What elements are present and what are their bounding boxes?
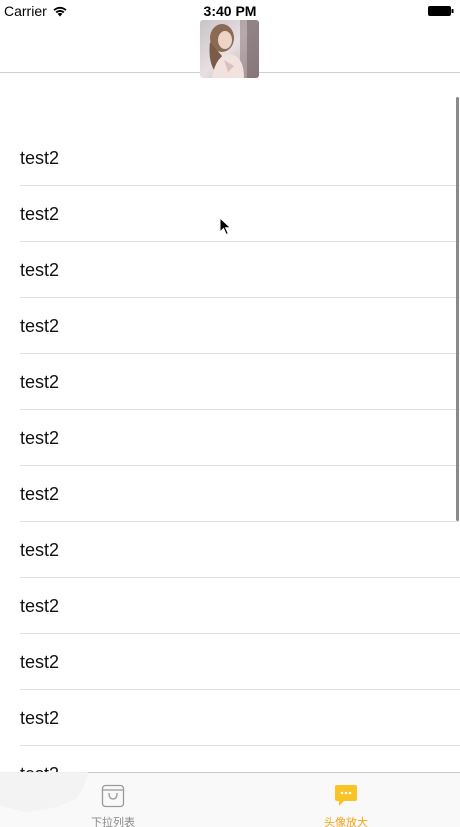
list-item-label: test2 (20, 764, 59, 773)
nav-header (0, 20, 460, 78)
list-item-label: test2 (20, 315, 60, 336)
status-bar: Carrier 3:40 PM (0, 0, 460, 22)
list-item[interactable]: test2 (0, 634, 460, 690)
list-item[interactable]: test2 (0, 746, 460, 773)
tab-label: 下拉列表 (91, 816, 135, 827)
list-item-label: test2 (20, 651, 60, 672)
list-item-label: test2 (20, 203, 60, 224)
list-item[interactable]: test2 (0, 690, 460, 746)
list-item[interactable]: test2 (0, 354, 460, 410)
list-item[interactable]: test2 (0, 466, 460, 522)
list-item-label: test2 (20, 259, 60, 280)
list-item-label: test2 (20, 483, 60, 504)
list-item-label: test2 (20, 707, 60, 728)
list-item[interactable]: test2 (0, 410, 460, 466)
vertical-scrollbar[interactable] (456, 97, 459, 521)
app-screen: Carrier 3:40 PM test2 test2 test2 test2 … (0, 0, 460, 827)
list-item[interactable]: test2 (0, 522, 460, 578)
list-item-label: test2 (20, 539, 60, 560)
avatar-photo[interactable] (200, 20, 259, 78)
avatar-image (200, 20, 259, 78)
tab-avatar-zoom[interactable]: 头像放大 (286, 773, 406, 827)
mouse-cursor-icon (219, 217, 232, 236)
battery-full-icon (428, 6, 454, 16)
list-item-label: test2 (20, 371, 60, 392)
chat-bubble-icon (335, 785, 357, 806)
list-item-label: test2 (20, 427, 60, 448)
list-item-label: test2 (20, 595, 60, 616)
list-item[interactable]: test2 (0, 298, 460, 354)
list-item[interactable]: test2 (0, 130, 460, 186)
status-time: 3:40 PM (203, 3, 257, 19)
list-item[interactable]: test2 (0, 578, 460, 634)
tab-label: 头像放大 (324, 816, 368, 827)
list-item[interactable]: test2 (0, 242, 460, 298)
list-item-label: test2 (20, 147, 60, 168)
shopping-bag-icon (101, 784, 125, 808)
